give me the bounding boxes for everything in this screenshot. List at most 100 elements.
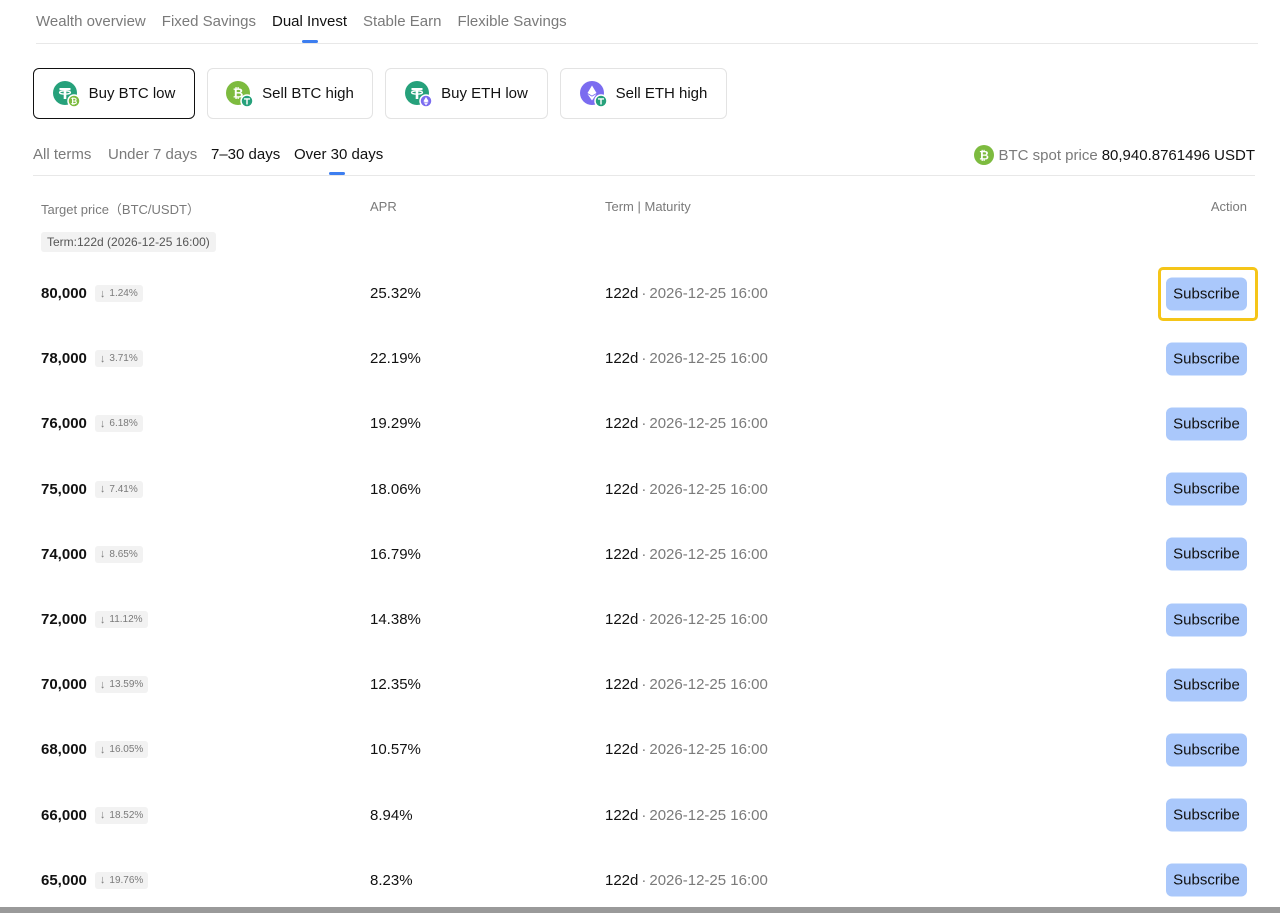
term-days: 122d	[605, 741, 639, 759]
term-days: 122d	[605, 611, 639, 628]
apr-value: 16.79%	[370, 545, 421, 563]
tab-wealth-overview[interactable]: Wealth overview	[36, 0, 146, 43]
price-distance-value: 1.24%	[109, 288, 138, 299]
product-label: Buy BTC low	[88, 85, 176, 102]
term-maturity: 122d · 2026-12-25 16:00	[605, 457, 768, 522]
term-maturity: 122d · 2026-12-25 16:00	[605, 652, 768, 717]
maturity-date: 2026-12-25 16:00	[649, 415, 768, 433]
apr-value: 25.32%	[370, 285, 421, 302]
subscribe-button[interactable]: Subscribe	[1166, 537, 1247, 571]
term-days: 122d	[605, 676, 639, 694]
separator-dot: ·	[641, 285, 647, 302]
term-maturity: 122d · 2026-12-25 16:00	[605, 783, 768, 848]
apr-value: 8.94%	[370, 806, 413, 824]
maturity-date: 2026-12-25 16:00	[649, 611, 768, 628]
separator-dot: ·	[641, 741, 647, 759]
apr-value: 22.19%	[370, 350, 421, 368]
term-maturity: 122d · 2026-12-25 16:00	[605, 326, 768, 391]
down-arrow-icon: ↓	[99, 352, 106, 365]
separator-dot: ·	[641, 545, 647, 563]
price-distance-value: 8.65%	[109, 548, 138, 560]
header-target-price: Target price（BTC/USDT）	[41, 202, 200, 217]
price-distance-badge: ↓ 7.41%	[94, 480, 143, 498]
subscribe-button[interactable]: Subscribe	[1166, 407, 1247, 441]
target-price-value: 78,000	[41, 350, 87, 368]
separator-dot: ·	[641, 871, 647, 889]
price-distance-badge: ↓ 18.52%	[94, 806, 149, 824]
table-row: 65,000 ↓ 19.76% 8.23% 122d · 2026-12-25 16:00 S…	[33, 848, 1255, 913]
subscribe-button[interactable]: Subscribe	[1166, 733, 1247, 767]
product-label: Sell BTC high	[262, 85, 354, 102]
header-term-maturity: Term | Maturity	[605, 199, 691, 214]
term-maturity: 122d · 2026-12-25 16:00	[605, 848, 768, 913]
target-price: 75,000 ↓ 7.41%	[41, 457, 143, 522]
term-group-badge: Term:122d (2026-12-25 16:00)	[41, 232, 216, 252]
term-7-30-days[interactable]: 7–30 days	[211, 146, 280, 163]
price-distance-value: 11.12%	[109, 614, 143, 625]
term-filter: All terms Under 7 days 7–30 days Over 30…	[33, 140, 1255, 176]
separator-dot: ·	[641, 676, 647, 694]
price-distance-badge: ↓ 6.18%	[94, 415, 143, 433]
target-price-value: 75,000	[41, 480, 87, 498]
tab-fixed-savings[interactable]: Fixed Savings	[162, 0, 256, 43]
product-label: Sell ETH high	[615, 85, 708, 102]
maturity-date: 2026-12-25 16:00	[649, 676, 768, 694]
maturity-date: 2026-12-25 16:00	[649, 871, 768, 889]
maturity-date: 2026-12-25 16:00	[649, 806, 768, 824]
table-row: 72,000 ↓ 11.12% 14.38% 122d · 2026-12-25 16:00…	[33, 587, 1255, 652]
tab-flexible-savings[interactable]: Flexible Savings	[457, 0, 566, 43]
btc-icon: ₿	[973, 145, 994, 165]
term-over-30-days[interactable]: Over 30 days	[294, 146, 383, 163]
tab-stable-earn[interactable]: Stable Earn	[363, 0, 441, 43]
header-apr: APR	[370, 199, 397, 214]
product-sell-eth-high[interactable]: Sell ETH high	[560, 68, 727, 119]
product-buy-eth-low[interactable]: Buy ETH low	[385, 68, 548, 119]
table-row: 78,000 ↓ 3.71% 22.19% 122d · 2026-12-25 16:00 S…	[33, 326, 1255, 391]
price-distance-value: 6.18%	[109, 418, 138, 430]
down-arrow-icon: ↓	[99, 678, 106, 691]
separator-dot: ·	[641, 480, 647, 498]
table-row: 80,000 ↓ 1.24% 25.32% 122d · 2026-12-25 16:00 S…	[33, 261, 1255, 326]
term-days: 122d	[605, 545, 639, 563]
eth-usdt-icon	[579, 80, 608, 108]
maturity-date: 2026-12-25 16:00	[649, 545, 768, 563]
maturity-date: 2026-12-25 16:00	[649, 350, 768, 368]
target-price-value: 72,000	[41, 611, 87, 628]
table-row: 75,000 ↓ 7.41% 18.06% 122d · 2026-12-25 16:00 S…	[33, 457, 1255, 522]
term-all[interactable]: All terms	[33, 146, 91, 163]
product-buy-btc-low[interactable]: ₿ Buy BTC low	[33, 68, 195, 119]
target-price: 74,000 ↓ 8.65%	[41, 522, 143, 587]
subscribe-button[interactable]: Subscribe	[1166, 603, 1247, 636]
product-selector: ₿ Buy BTC low ₿ Sell BTC high Buy ETH lo…	[33, 68, 727, 119]
subscribe-button[interactable]: Subscribe	[1166, 798, 1247, 832]
product-sell-btc-high[interactable]: ₿ Sell BTC high	[207, 68, 373, 119]
usdt-eth-icon	[405, 80, 433, 108]
target-price-value: 80,000	[41, 285, 87, 302]
tab-dual-invest[interactable]: Dual Invest	[272, 0, 347, 43]
subscribe-button[interactable]: Subscribe	[1166, 277, 1247, 310]
down-arrow-icon: ↓	[99, 548, 106, 561]
term-days: 122d	[605, 285, 639, 302]
subscribe-button[interactable]: Subscribe	[1166, 863, 1247, 897]
down-arrow-icon: ↓	[99, 874, 106, 887]
price-distance-badge: ↓ 8.65%	[94, 545, 143, 563]
price-distance-value: 16.05%	[109, 744, 144, 756]
target-price-value: 65,000	[41, 871, 87, 889]
term-under-7-days[interactable]: Under 7 days	[108, 146, 197, 163]
subscribe-button[interactable]: Subscribe	[1166, 668, 1247, 702]
target-price: 72,000 ↓ 11.12%	[41, 587, 148, 652]
subscribe-button[interactable]: Subscribe	[1166, 342, 1247, 376]
target-price: 66,000 ↓ 18.52%	[41, 783, 149, 848]
term-days: 122d	[605, 350, 639, 368]
horizontal-scrollbar[interactable]	[0, 907, 1280, 913]
spot-price-value: 80,940.8761496	[1101, 146, 1211, 164]
subscribe-button[interactable]: Subscribe	[1166, 472, 1247, 506]
maturity-date: 2026-12-25 16:00	[649, 285, 768, 302]
table-row: 76,000 ↓ 6.18% 19.29% 122d · 2026-12-25 16:00 S…	[33, 391, 1255, 456]
term-maturity: 122d · 2026-12-25 16:00	[605, 522, 768, 587]
term-days: 122d	[605, 806, 639, 824]
target-price-value: 66,000	[41, 806, 87, 824]
apr-value: 8.23%	[370, 871, 413, 889]
price-distance-value: 3.71%	[109, 353, 138, 365]
price-distance-badge: ↓ 16.05%	[94, 741, 149, 759]
